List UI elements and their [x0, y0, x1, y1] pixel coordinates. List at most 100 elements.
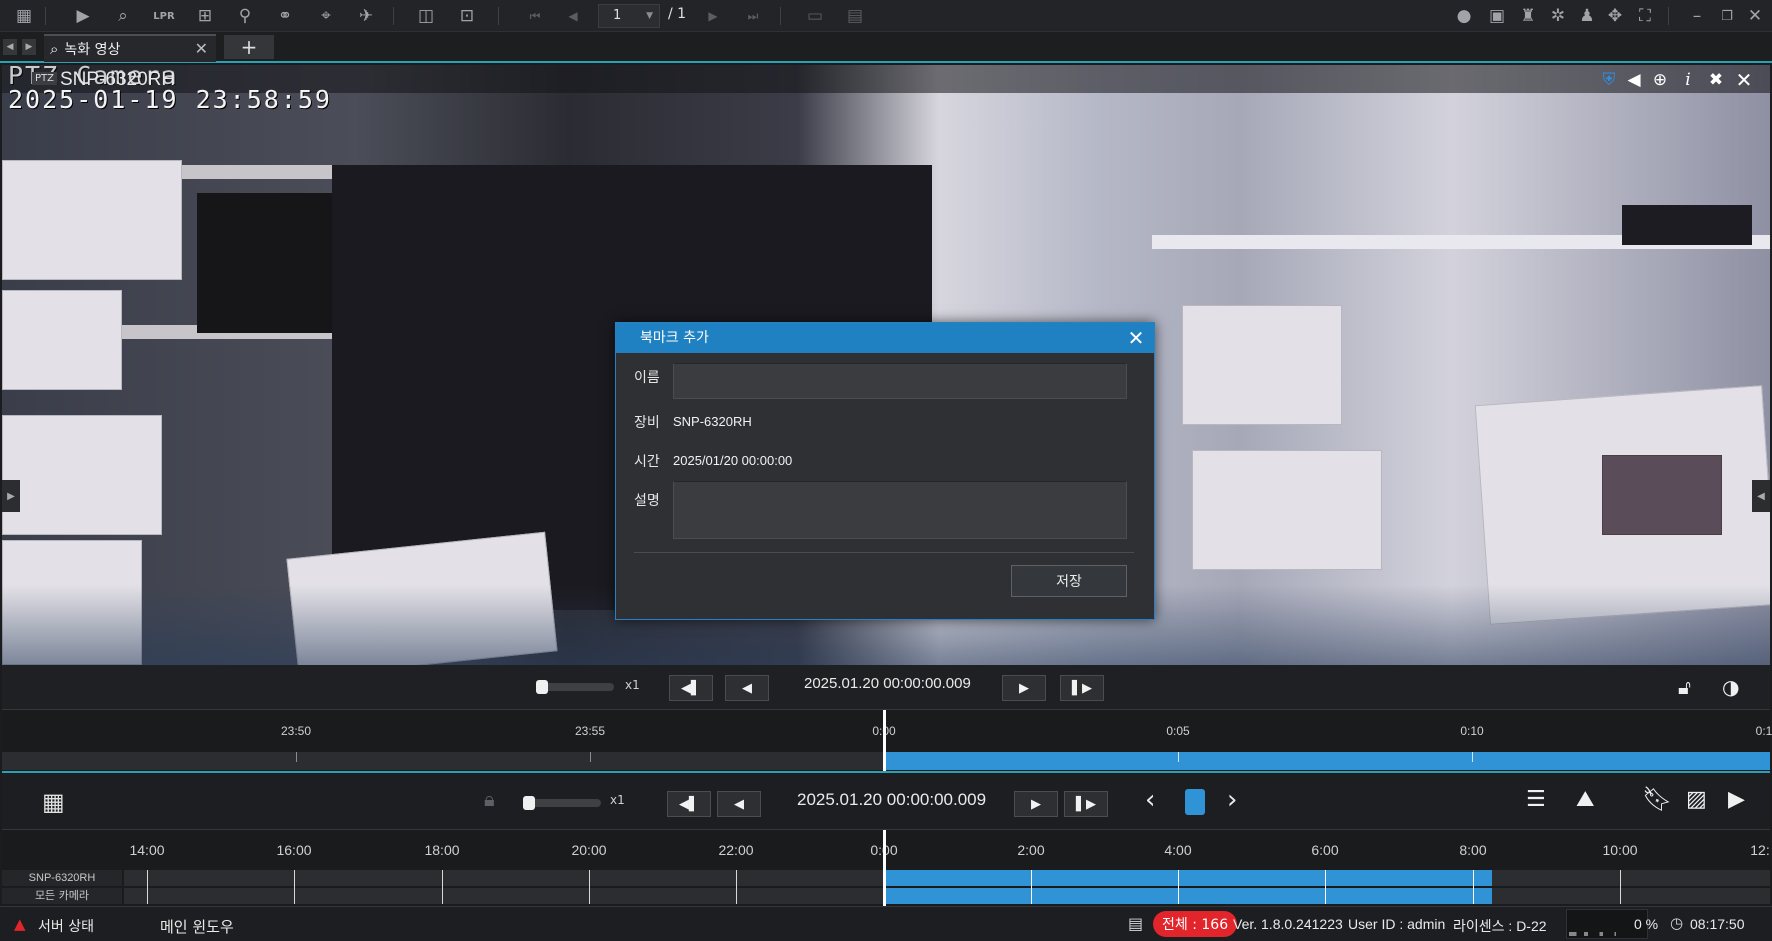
map-icon[interactable]: ⌖ [313, 4, 339, 28]
event-icon[interactable]: ▤ [1128, 914, 1143, 933]
play-reverse-button[interactable]: ◀ [725, 675, 769, 701]
camera-name: SNP-6320RH [60, 69, 176, 90]
last-page-icon[interactable]: ⏭ [740, 4, 766, 28]
main-window-label[interactable]: 메인 윈도우 [160, 916, 234, 937]
playlist-add-icon[interactable]: ☰ [1526, 787, 1546, 812]
step-back-button[interactable]: ◀▌ [669, 675, 713, 701]
tick-label: 4:00 [1164, 842, 1192, 858]
gear-icon[interactable]: ✲ [1545, 4, 1571, 28]
alarm-icon[interactable]: ✈ [353, 4, 379, 28]
detail-timeline[interactable]: 23:50 23:55 0:00 0:05 0:10 0:1 [2, 709, 1772, 772]
grid-icon[interactable]: ▦ [11, 4, 37, 28]
close-icon[interactable]: ✕ [1742, 4, 1768, 28]
fullscreen-icon[interactable]: ⛶ [1632, 4, 1658, 28]
add-tab-button[interactable]: + [224, 35, 274, 59]
lock-icon[interactable]: 🔒︎ [484, 787, 495, 811]
name-input[interactable] [673, 363, 1127, 399]
split-view-icon[interactable]: ◫ [413, 4, 439, 28]
person-search-icon[interactable]: ⚲ [232, 4, 258, 28]
bell-icon[interactable]: ♜ [1515, 4, 1541, 28]
name-label: 이름 [634, 370, 660, 386]
shrink-icon[interactable]: ✖ [1704, 69, 1728, 91]
description-label: 설명 [634, 493, 660, 509]
speed-slider-knob[interactable] [536, 680, 548, 694]
next-page-icon[interactable]: ▶ [700, 4, 726, 28]
speaker-icon[interactable]: ◀ [1622, 69, 1646, 91]
speed-slider[interactable] [536, 680, 614, 694]
monitor-icon[interactable]: ▣ [1484, 4, 1510, 28]
close-icon[interactable]: ✕ [1732, 68, 1756, 92]
video-export-icon[interactable]: ▶︎ [1728, 787, 1745, 812]
search-video-icon[interactable]: ⌕ [110, 4, 136, 28]
chevron-left-icon[interactable]: ‹ [1145, 785, 1155, 815]
scene-box [1192, 450, 1382, 570]
step-forward-button[interactable]: ▌▶ [1064, 791, 1108, 817]
play-button[interactable]: ▶ [1014, 791, 1058, 817]
recording-segment [884, 752, 1770, 770]
chevron-down-icon[interactable]: ▼ [646, 5, 653, 27]
shield-icon[interactable]: ⛨ [1597, 69, 1621, 91]
prev-page-icon[interactable]: ◀ [560, 4, 586, 28]
save-button[interactable]: 저장 [1011, 565, 1127, 597]
major-tick [442, 870, 443, 904]
playhead[interactable] [883, 830, 886, 907]
toolbar-divider [45, 7, 46, 25]
total-events-badge[interactable]: 전체 : 166 [1153, 911, 1238, 937]
overview-timeline[interactable]: 14:00 16:00 18:00 20:00 22:00 0:00 2:00 … [2, 829, 1770, 907]
step-back-button[interactable]: ◀▌ [667, 791, 711, 817]
major-tick [1473, 870, 1474, 904]
major-tick [590, 752, 591, 762]
left-panel-toggle-icon[interactable]: ▶ [2, 480, 20, 512]
restore-icon[interactable]: ❐ [1714, 4, 1740, 28]
monitor-export-icon[interactable]: ▭ [802, 4, 828, 28]
image-export-icon[interactable]: ▨ [1686, 787, 1707, 812]
device-value: SNP-6320RH [673, 414, 752, 429]
page-number-input[interactable]: 1 ▼ [598, 4, 660, 28]
schedule-icon[interactable]: ▤ [842, 4, 868, 28]
lock-icon[interactable]: 🔓︎ [1678, 675, 1691, 699]
right-panel-toggle-icon[interactable]: ◀ [1752, 480, 1770, 512]
step-forward-button[interactable]: ▌▶ [1060, 675, 1104, 701]
move-icon[interactable]: ✥ [1602, 4, 1628, 28]
tick-label: 0:05 [1166, 724, 1190, 738]
playhead[interactable] [883, 710, 886, 772]
tab-label: 녹화 영상 [64, 42, 121, 58]
major-tick [1472, 752, 1473, 762]
layout-grid-icon[interactable]: ⊞ [192, 4, 218, 28]
tab-recorded-video[interactable]: ⌕ 녹화 영상 ✕ [44, 34, 216, 62]
speed-slider-knob[interactable] [523, 796, 535, 810]
tab-scroll-left-icon[interactable]: ◀ [3, 39, 17, 55]
row-label-camera[interactable]: SNP-6320RH [2, 870, 122, 886]
scene-sign [1602, 455, 1722, 535]
page-total: / 1 [668, 6, 687, 22]
server-status-link[interactable]: 서버 상태 [38, 916, 94, 936]
bookmark-dialog: 북마크 추가 ✕ 이름 장비 SNP-6320RH 시간 2025/01/20 … [615, 322, 1155, 620]
bike-icon[interactable]: ⚭ [272, 4, 298, 28]
bookmark-icon[interactable]: 🔖︎ [1642, 785, 1672, 813]
minimize-icon[interactable]: – [1684, 4, 1710, 28]
play-reverse-button[interactable]: ◀ [717, 791, 761, 817]
chevron-right-icon[interactable]: › [1227, 785, 1237, 815]
close-icon[interactable]: ✕ [1124, 326, 1148, 350]
toolbar-divider [393, 7, 394, 25]
speed-slider[interactable] [523, 796, 601, 810]
tab-scroll-right-icon[interactable]: ▶ [22, 39, 36, 55]
zoom-icon[interactable]: ⊕ [1648, 69, 1672, 91]
tick-label: 22:00 [718, 842, 754, 858]
contrast-icon[interactable]: ◑ [1722, 675, 1739, 699]
play-button[interactable]: ▶ [1002, 675, 1046, 701]
add-screen-icon[interactable]: ⊡ [454, 4, 480, 28]
current-position-marker[interactable] [1185, 789, 1205, 815]
lpr-icon[interactable]: LPR [151, 4, 177, 28]
description-input[interactable] [673, 481, 1127, 539]
play-icon[interactable]: ▶ [70, 4, 96, 28]
user-icon[interactable]: ♟ [1574, 4, 1600, 28]
close-icon[interactable]: ✕ [195, 39, 208, 58]
calendar-icon[interactable]: ▦ [42, 788, 65, 816]
row-label-all-cameras[interactable]: 모든 카메라 [2, 888, 122, 904]
chat-icon[interactable]: ● [1451, 4, 1477, 28]
first-page-icon[interactable]: ⏮ [522, 4, 548, 28]
graph-icon[interactable]: ⛰ [1576, 787, 1594, 812]
info-icon[interactable]: i [1676, 69, 1700, 91]
major-tick [1325, 870, 1326, 904]
